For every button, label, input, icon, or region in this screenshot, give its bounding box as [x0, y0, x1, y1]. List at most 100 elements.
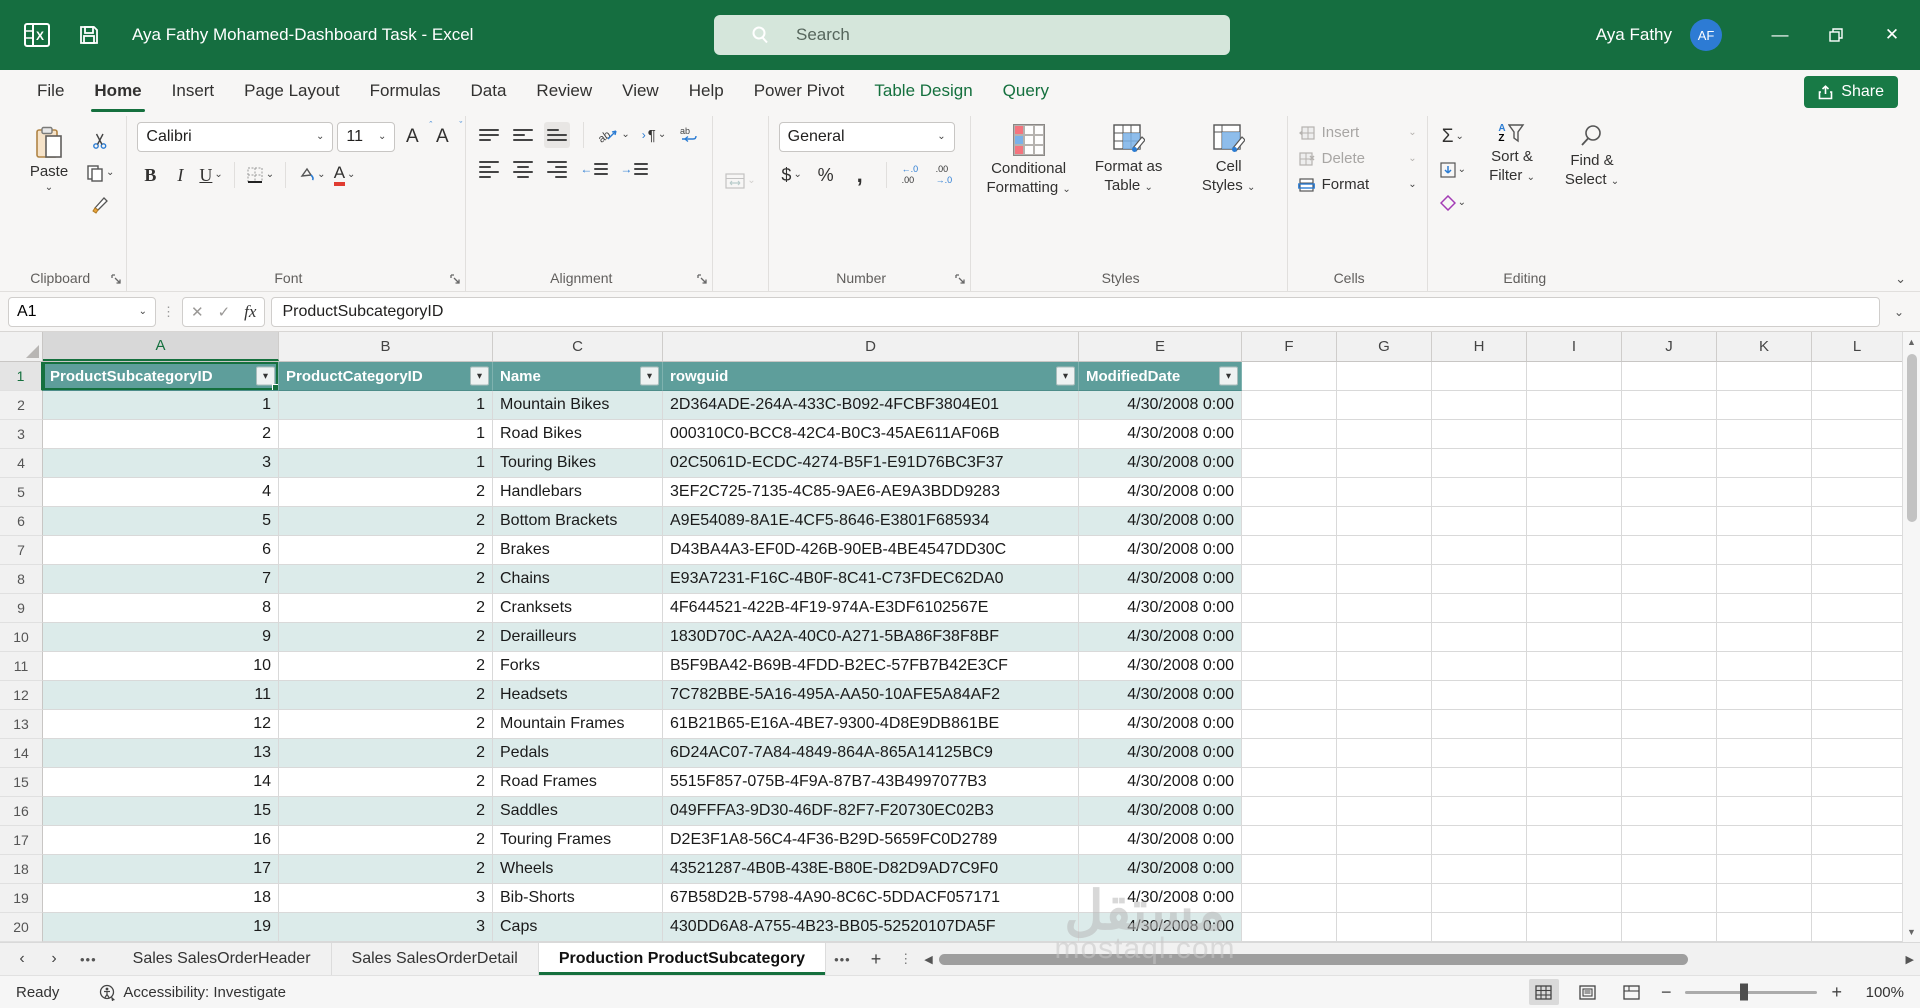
cell[interactable]: 10	[43, 652, 279, 681]
cell[interactable]	[1717, 507, 1812, 536]
font-color-button[interactable]: A⌄	[332, 162, 358, 188]
cell[interactable]: 2	[279, 652, 493, 681]
column-header-E[interactable]: E	[1079, 332, 1242, 361]
cell[interactable]	[1337, 681, 1432, 710]
column-header-I[interactable]: I	[1527, 332, 1622, 361]
cell[interactable]	[1527, 391, 1622, 420]
cell[interactable]: Cranksets	[493, 594, 663, 623]
cell[interactable]	[1717, 449, 1812, 478]
collapse-ribbon-button[interactable]: ⌄	[1895, 271, 1906, 287]
cell[interactable]: 2	[279, 536, 493, 565]
cell[interactable]: 19	[43, 913, 279, 942]
row-header-14[interactable]: 14	[0, 739, 43, 768]
cell[interactable]: 13	[43, 739, 279, 768]
cell[interactable]: Pedals	[493, 739, 663, 768]
scroll-right-icon[interactable]: ▶	[1906, 953, 1914, 966]
orientation-button[interactable]: ab ⌄	[597, 122, 631, 148]
cell[interactable]	[1622, 449, 1717, 478]
ribbon-tab-home[interactable]: Home	[79, 70, 156, 112]
cell[interactable]: 4/30/2008 0:00	[1079, 681, 1242, 710]
cell[interactable]: Chains	[493, 565, 663, 594]
cell[interactable]: Headsets	[493, 681, 663, 710]
cell[interactable]: 02C5061D-ECDC-4274-B5F1-E91D76BC3F37	[663, 449, 1079, 478]
cell[interactable]: 18	[43, 884, 279, 913]
new-sheet-button[interactable]: +	[859, 943, 894, 975]
cell[interactable]: 2	[279, 594, 493, 623]
cell[interactable]	[1527, 536, 1622, 565]
cell[interactable]	[1622, 623, 1717, 652]
cell[interactable]: 4/30/2008 0:00	[1079, 710, 1242, 739]
cell[interactable]: 9	[43, 623, 279, 652]
cell[interactable]	[1717, 565, 1812, 594]
format-cells-button[interactable]: Format⌄	[1298, 176, 1417, 193]
normal-view-button[interactable]	[1529, 979, 1559, 1005]
cell[interactable]	[1527, 710, 1622, 739]
formula-bar-handle[interactable]: ⋮	[162, 304, 176, 320]
ribbon-tab-table-design[interactable]: Table Design	[859, 70, 987, 112]
paste-dropdown[interactable]: ⌄	[45, 183, 53, 193]
cell[interactable]	[1432, 449, 1527, 478]
cell[interactable]	[1242, 826, 1337, 855]
cell[interactable]	[1337, 797, 1432, 826]
sort-filter-button[interactable]: AZ Sort &Filter ⌄	[1476, 122, 1548, 216]
comma-style-button[interactable]: ,	[847, 162, 873, 188]
font-dialog-launcher[interactable]	[449, 273, 461, 285]
align-top-button[interactable]	[476, 122, 502, 148]
cell[interactable]: Touring Bikes	[493, 449, 663, 478]
sheet-tab-sales-salesorderdetail[interactable]: Sales SalesOrderDetail	[332, 943, 539, 975]
filter-icon[interactable]: ▾	[256, 367, 275, 386]
cell[interactable]: Road Bikes	[493, 420, 663, 449]
font-size-select[interactable]: 11⌄	[337, 122, 395, 152]
cell[interactable]: 6D24AC07-7A84-4849-864A-865A14125BC9	[663, 739, 1079, 768]
cell[interactable]: 12	[43, 710, 279, 739]
cell[interactable]	[1622, 478, 1717, 507]
cell[interactable]: B5F9BA42-B69B-4FDD-B2EC-57FB7B42E3CF	[663, 652, 1079, 681]
cell[interactable]	[1242, 768, 1337, 797]
text-direction-button[interactable]: ›¶⌄	[640, 122, 668, 148]
cell[interactable]: Mountain Bikes	[493, 391, 663, 420]
cell[interactable]: 2	[279, 826, 493, 855]
decrease-decimal-button[interactable]: .00→.0	[934, 162, 960, 188]
cell[interactable]: 7	[43, 565, 279, 594]
filter-icon[interactable]: ▾	[1056, 367, 1075, 386]
cell[interactable]	[1432, 478, 1527, 507]
sheet-tab-sales-salesorderheader[interactable]: Sales SalesOrderHeader	[113, 943, 332, 975]
italic-button[interactable]: I	[167, 162, 193, 188]
cell[interactable]: 4F644521-422B-4F19-974A-E3DF6102567E	[663, 594, 1079, 623]
cell[interactable]	[1242, 739, 1337, 768]
table-column-header-rowguid[interactable]: rowguid▾	[663, 362, 1079, 391]
cell[interactable]: 2	[279, 739, 493, 768]
copy-dropdown[interactable]: ⌄	[106, 168, 114, 178]
row-header-12[interactable]: 12	[0, 681, 43, 710]
restore-button[interactable]	[1808, 0, 1864, 70]
fill-dropdown[interactable]: ⌄	[1458, 165, 1466, 175]
cell[interactable]	[1242, 391, 1337, 420]
cell[interactable]	[1717, 391, 1812, 420]
cell[interactable]	[1527, 565, 1622, 594]
cell[interactable]	[1242, 362, 1337, 391]
table-column-header-ModifiedDate[interactable]: ModifiedDate▾	[1079, 362, 1242, 391]
ribbon-tab-file[interactable]: File	[22, 70, 79, 112]
cell[interactable]: 43521287-4B0B-438E-B80E-D82D9AD7C9F0	[663, 855, 1079, 884]
cell[interactable]	[1242, 855, 1337, 884]
column-header-C[interactable]: C	[493, 332, 663, 361]
cell[interactable]	[1717, 536, 1812, 565]
column-header-F[interactable]: F	[1242, 332, 1337, 361]
row-header-8[interactable]: 8	[0, 565, 43, 594]
cut-button[interactable]	[84, 128, 116, 154]
row-header-10[interactable]: 10	[0, 623, 43, 652]
cell[interactable]	[1337, 565, 1432, 594]
cell[interactable]	[1622, 826, 1717, 855]
table-column-header-Name[interactable]: Name▾	[493, 362, 663, 391]
cell[interactable]	[1527, 449, 1622, 478]
increase-indent-button[interactable]: →	[618, 156, 650, 182]
cell[interactable]	[1527, 884, 1622, 913]
paste-button[interactable]: Paste ⌄	[20, 122, 78, 218]
cell[interactable]	[1622, 681, 1717, 710]
autosum-dropdown[interactable]: ⌄	[1456, 132, 1464, 142]
cell[interactable]	[1527, 420, 1622, 449]
cell[interactable]	[1432, 884, 1527, 913]
cell[interactable]	[1337, 884, 1432, 913]
cell[interactable]: 5515F857-075B-4F9A-87B7-43B4997077B3	[663, 768, 1079, 797]
enter-icon[interactable]: ✓	[218, 303, 231, 321]
